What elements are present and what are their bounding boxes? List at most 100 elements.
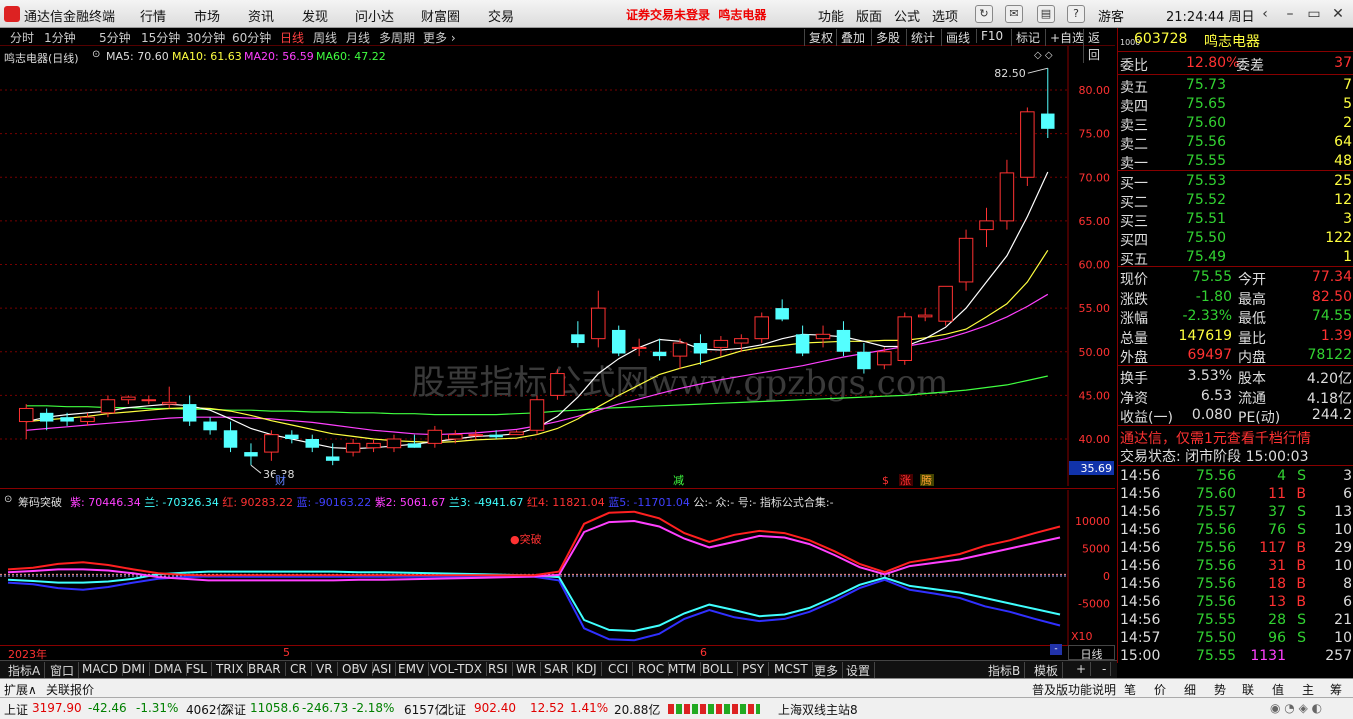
expand-button[interactable]: 扩展∧ — [4, 681, 37, 698]
period-15min[interactable]: 15分钟 — [141, 29, 180, 46]
btn-tongji[interactable]: 统计 — [906, 29, 939, 46]
minimize-icon[interactable]: – — [1280, 4, 1300, 24]
tick-row-2[interactable]: 14:56 75.57 37 S 13 — [1118, 503, 1353, 522]
scroll-left-icon[interactable]: - — [1050, 644, 1062, 655]
period-5min[interactable]: 5分钟 — [99, 29, 131, 46]
menu-banmian[interactable]: 版面 — [856, 6, 882, 25]
indicator-right-2[interactable]: + — [1072, 662, 1092, 676]
buy-level-4[interactable]: 买四 75.50 122 — [1118, 229, 1353, 249]
tick-row-3[interactable]: 14:56 75.56 76 S 10 — [1118, 521, 1353, 540]
sell-level-2[interactable]: 卖二 75.56 64 — [1118, 133, 1353, 153]
tick-row-7[interactable]: 14:56 75.56 13 B 6 — [1118, 593, 1353, 612]
tick-row-5[interactable]: 14:56 75.56 31 B 10 — [1118, 557, 1353, 576]
indicator-tab-0[interactable]: 指标A — [4, 662, 46, 679]
btn-diejia[interactable]: 叠加 — [836, 29, 869, 46]
tab-bi[interactable]: 笔 — [1124, 681, 1136, 698]
indicator-tab-3[interactable]: DMI — [118, 662, 151, 676]
indicator-tab-15[interactable]: WR — [512, 662, 542, 676]
period-more[interactable]: 更多 › — [423, 29, 456, 46]
indicator-tab-2[interactable]: MACD — [78, 662, 123, 676]
ma-toggle-icon[interactable]: ⊙ — [92, 49, 100, 60]
fund-row-0[interactable]: 换手 3.53% 股本 4.20亿 — [1118, 367, 1353, 387]
indicator-tab-21[interactable]: BOLL — [698, 662, 738, 676]
guest-user[interactable]: 游客 — [1098, 6, 1124, 25]
tick-row-10[interactable]: 15:00 75.55 1131 257 — [1118, 647, 1353, 666]
login-warning[interactable]: 证券交易未登录 鸣志电器 — [626, 6, 766, 23]
indicator-tab-16[interactable]: SAR — [540, 662, 574, 676]
tab-zhi[interactable]: 值 — [1272, 681, 1284, 698]
btn-biaoji[interactable]: 标记 — [1011, 29, 1044, 46]
indicator-tab-22[interactable]: PSY — [738, 662, 770, 676]
sell-level-3[interactable]: 卖三 75.60 2 — [1118, 114, 1353, 134]
buy-level-2[interactable]: 买二 75.52 12 — [1118, 191, 1353, 211]
sell-level-5[interactable]: 卖五 75.73 7 — [1118, 76, 1353, 96]
buy-level-1[interactable]: 买一 75.53 25 — [1118, 172, 1353, 192]
tick-row-0[interactable]: 14:56 75.56 4 S 3 — [1118, 467, 1353, 486]
rp-tab-daily[interactable]: 日线 — [1068, 645, 1115, 661]
menu-xuanxiang[interactable]: 选项 — [932, 6, 958, 25]
menu-faxian[interactable]: 发现 — [302, 6, 328, 25]
sh-label[interactable]: 上证 — [4, 701, 28, 718]
tick-row-4[interactable]: 14:56 75.56 117 B 29 — [1118, 539, 1353, 558]
indicator-right-0[interactable]: 指标B — [984, 662, 1026, 679]
tick-row-6[interactable]: 14:56 75.56 18 B 8 — [1118, 575, 1353, 594]
help-icon[interactable]: ? — [1067, 5, 1085, 23]
fund-row-2[interactable]: 收益(一) 0.080 PE(动) 244.2 — [1118, 406, 1353, 426]
ad-banner[interactable]: 通达信，仅需1元查看千档行情 — [1118, 427, 1353, 447]
tab-xi[interactable]: 细 — [1184, 681, 1196, 698]
indicator-tab-20[interactable]: MTM — [664, 662, 702, 676]
indicator-tab-23[interactable]: MCST — [770, 662, 813, 676]
sell-level-1[interactable]: 卖一 75.55 48 — [1118, 152, 1353, 172]
indicator-tab-17[interactable]: KDJ — [572, 662, 602, 676]
btn-fuquan[interactable]: 复权 — [804, 29, 837, 46]
period-monthly[interactable]: 月线 — [346, 29, 370, 46]
chart-settings-icon[interactable]: ◇ ◇ — [1034, 50, 1053, 61]
indicator-tab-24[interactable]: 更多 — [810, 662, 844, 679]
tick-row-8[interactable]: 14:56 75.55 28 S 21 — [1118, 611, 1353, 630]
menu-jiaoyi[interactable]: 交易 — [488, 6, 514, 25]
quote-row-0[interactable]: 现价 75.55 今开 77.34 — [1118, 268, 1353, 288]
indicator-tab-12[interactable]: EMV — [394, 662, 430, 676]
tab-lian[interactable]: 联 — [1242, 681, 1254, 698]
indicator-tab-1[interactable]: 窗口 — [46, 662, 80, 679]
btn-add-watchlist[interactable]: +自选 — [1045, 29, 1088, 46]
indicator-right-1[interactable]: 模板 — [1030, 662, 1064, 679]
chat-icon[interactable]: ✉ — [1005, 5, 1023, 23]
menu-arrow-icon[interactable]: ‹ — [1255, 4, 1275, 24]
network-icons[interactable]: ◉ ◔ ◈ ◐ — [1270, 701, 1322, 715]
quote-row-1[interactable]: 涨跌 -1.80 最高 82.50 — [1118, 288, 1353, 308]
menu-caifuquan[interactable]: 财富圈 — [421, 6, 460, 25]
tick-row-9[interactable]: 14:57 75.50 96 S 10 — [1118, 629, 1353, 648]
buy-level-3[interactable]: 买三 75.51 3 — [1118, 210, 1353, 230]
fund-row-1[interactable]: 净资 6.53 流通 4.18亿 — [1118, 387, 1353, 407]
sz-label[interactable]: 深证 — [222, 701, 246, 718]
buy-level-5[interactable]: 买五 75.49 1 — [1118, 248, 1353, 268]
indicator-chart[interactable]: 10000 5000 0 -5000 X10 ●突破 — [0, 490, 1115, 645]
close-icon[interactable]: ✕ — [1328, 4, 1348, 24]
indicator-tab-7[interactable]: BRAR — [244, 662, 286, 676]
period-30min[interactable]: 30分钟 — [186, 29, 225, 46]
indicator-tab-11[interactable]: ASI — [368, 662, 397, 676]
tab-zhu[interactable]: 主 — [1302, 681, 1314, 698]
bz-label[interactable]: 北证 — [442, 701, 466, 718]
indicator-tab-13[interactable]: VOL-TDX — [426, 662, 487, 676]
indicator-tab-5[interactable]: FSL — [182, 662, 212, 676]
indicator-tab-6[interactable]: TRIX — [212, 662, 249, 676]
maximize-icon[interactable]: ▭ — [1304, 4, 1324, 24]
edition-info[interactable]: 普及版功能说明 — [1032, 681, 1116, 698]
period-multi[interactable]: 多周期 — [379, 29, 415, 46]
tab-jia[interactable]: 价 — [1154, 681, 1166, 698]
menu-shichang[interactable]: 市场 — [194, 6, 220, 25]
tab-chou[interactable]: 筹 — [1330, 681, 1342, 698]
menu-zixun[interactable]: 资讯 — [248, 6, 274, 25]
refresh-icon[interactable]: ↻ — [975, 5, 993, 23]
indicator-tab-18[interactable]: CCI — [604, 662, 634, 676]
menu-gongshi[interactable]: 公式 — [894, 6, 920, 25]
btn-f10[interactable]: F10 — [976, 29, 1007, 43]
period-daily[interactable]: 日线 — [280, 29, 304, 46]
menu-gongneng[interactable]: 功能 — [818, 6, 844, 25]
period-weekly[interactable]: 周线 — [313, 29, 337, 46]
tab-shi[interactable]: 势 — [1214, 681, 1226, 698]
btn-huaxian[interactable]: 画线 — [941, 29, 974, 46]
btn-duogu[interactable]: 多股 — [871, 29, 904, 46]
